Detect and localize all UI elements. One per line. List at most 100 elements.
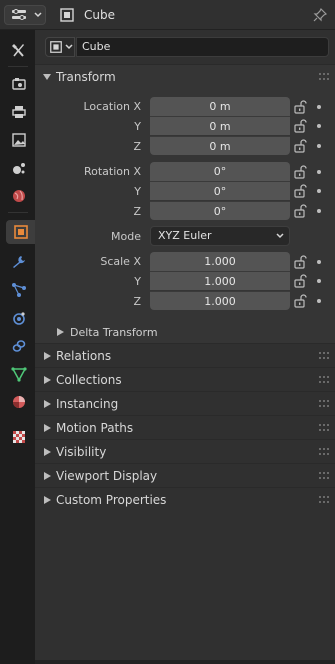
keyframe-dot[interactable]	[317, 170, 321, 174]
panel-title: Instancing	[56, 397, 119, 411]
particles-icon	[12, 283, 26, 297]
tab-data[interactable]	[6, 362, 32, 386]
keyframe-dot[interactable]	[317, 299, 321, 303]
tab-particles[interactable]	[6, 278, 32, 302]
object-icon	[50, 41, 62, 53]
unlocked-padlock-icon[interactable]	[293, 294, 307, 308]
rotation-mode-value: XYZ Euler	[158, 229, 212, 242]
triangle-right-icon	[57, 328, 64, 336]
tool-wrench-screwdriver-icon	[12, 44, 24, 57]
world-globe-icon	[13, 190, 25, 202]
tab-material[interactable]	[6, 390, 32, 414]
tab-separator	[8, 212, 28, 213]
tab-output[interactable]	[6, 100, 32, 124]
object-type-button[interactable]	[45, 37, 75, 57]
mesh-data-icon	[11, 367, 27, 382]
unlocked-padlock-icon[interactable]	[293, 100, 307, 114]
keyframe-dot[interactable]	[317, 279, 321, 283]
unlocked-padlock-icon[interactable]	[293, 204, 307, 218]
location-z-field[interactable]: 0 m	[150, 136, 290, 155]
panel-viewport-display-header[interactable]: Viewport Display	[35, 463, 335, 487]
tab-scene[interactable]	[6, 156, 32, 180]
object-icon	[60, 8, 74, 22]
tab-modifiers[interactable]	[6, 250, 32, 274]
rotation-mode-select[interactable]: XYZ Euler	[150, 226, 290, 246]
location-z-label: Z	[133, 140, 141, 153]
panel-custom-properties-header[interactable]: Custom Properties	[35, 487, 335, 511]
panel-title: Collections	[56, 373, 122, 387]
tab-physics[interactable]	[6, 306, 32, 330]
unlocked-padlock-icon[interactable]	[293, 165, 307, 179]
unlocked-padlock-icon[interactable]	[293, 184, 307, 198]
scale-y-field[interactable]: 1.000	[150, 271, 290, 290]
rotation-x-label: Rotation X	[83, 165, 141, 178]
rotation-x-field[interactable]: 0°	[150, 162, 290, 181]
drag-grip-icon[interactable]	[319, 376, 331, 384]
tab-render[interactable]	[6, 72, 32, 96]
chevron-down-icon	[65, 44, 73, 50]
scale-x-field[interactable]: 1.000	[150, 252, 290, 271]
drag-grip-icon[interactable]	[319, 472, 331, 480]
location-y-label: Y	[134, 120, 141, 133]
triangle-down-icon	[43, 74, 51, 80]
chevron-down-icon	[34, 12, 42, 18]
unlocked-padlock-icon[interactable]	[293, 255, 307, 269]
panel-title: Viewport Display	[56, 469, 158, 483]
keyframe-dot[interactable]	[317, 144, 321, 148]
drag-grip-icon[interactable]	[319, 496, 331, 504]
tab-view-layer[interactable]	[6, 128, 32, 152]
drag-grip-icon[interactable]	[319, 400, 331, 408]
triangle-right-icon	[44, 376, 51, 384]
object-icon	[13, 225, 28, 239]
transform-panel-header[interactable]: Transform	[35, 64, 335, 88]
keyframe-dot[interactable]	[317, 124, 321, 128]
editor-type-button[interactable]	[4, 5, 46, 25]
panel-instancing-header[interactable]: Instancing	[35, 391, 335, 415]
tab-constraints[interactable]	[6, 334, 32, 358]
triangle-right-icon	[44, 496, 51, 504]
rotation-y-field[interactable]: 0°	[150, 181, 290, 200]
tab-object[interactable]	[6, 220, 35, 244]
pin-icon[interactable]	[312, 7, 328, 23]
keyframe-dot[interactable]	[317, 189, 321, 193]
panel-collections-header[interactable]: Collections	[35, 367, 335, 391]
material-sphere-icon	[13, 396, 25, 408]
unlocked-padlock-icon[interactable]	[293, 139, 307, 153]
context-title: Cube	[84, 8, 115, 22]
unlocked-padlock-icon[interactable]	[293, 119, 307, 133]
scale-z-field[interactable]: 1.000	[150, 291, 290, 310]
render-camera-icon	[12, 78, 26, 90]
tab-texture[interactable]	[6, 425, 32, 449]
transform-panel-body: Location X Y Z 0 m 0 m 0 m Rotation X Y …	[35, 88, 335, 344]
triangle-right-icon	[44, 472, 51, 480]
panel-title: Delta Transform	[70, 326, 158, 339]
tab-tool[interactable]	[6, 38, 32, 62]
texture-checker-icon	[13, 431, 25, 443]
location-y-field[interactable]: 0 m	[150, 116, 290, 135]
drag-grip-icon[interactable]	[319, 424, 331, 432]
delta-transform-header[interactable]: Delta Transform	[35, 321, 335, 343]
drag-grip-icon[interactable]	[319, 352, 331, 360]
keyframe-dot[interactable]	[317, 105, 321, 109]
triangle-right-icon	[44, 448, 51, 456]
panel-title: Visibility	[56, 445, 107, 459]
rotation-z-field[interactable]: 0°	[150, 201, 290, 220]
tab-separator	[8, 66, 28, 67]
tab-world[interactable]	[6, 184, 32, 208]
drag-grip-icon[interactable]	[319, 448, 331, 456]
panel-motion-paths-header[interactable]: Motion Paths	[35, 415, 335, 439]
modifier-wrench-icon	[13, 256, 25, 268]
scale-z-label: Z	[133, 295, 141, 308]
keyframe-dot[interactable]	[317, 209, 321, 213]
location-x-field[interactable]: 0 m	[150, 97, 290, 116]
location-x-label: Location X	[83, 100, 141, 113]
chevron-down-icon	[276, 233, 284, 239]
keyframe-dot[interactable]	[317, 260, 321, 264]
unlocked-padlock-icon[interactable]	[293, 274, 307, 288]
drag-grip-icon[interactable]	[319, 73, 331, 81]
panel-relations-header[interactable]: Relations	[35, 343, 335, 367]
triangle-right-icon	[44, 352, 51, 360]
bottom-strip	[35, 660, 335, 664]
object-name-field[interactable]: Cube	[76, 37, 329, 57]
panel-visibility-header[interactable]: Visibility	[35, 439, 335, 463]
